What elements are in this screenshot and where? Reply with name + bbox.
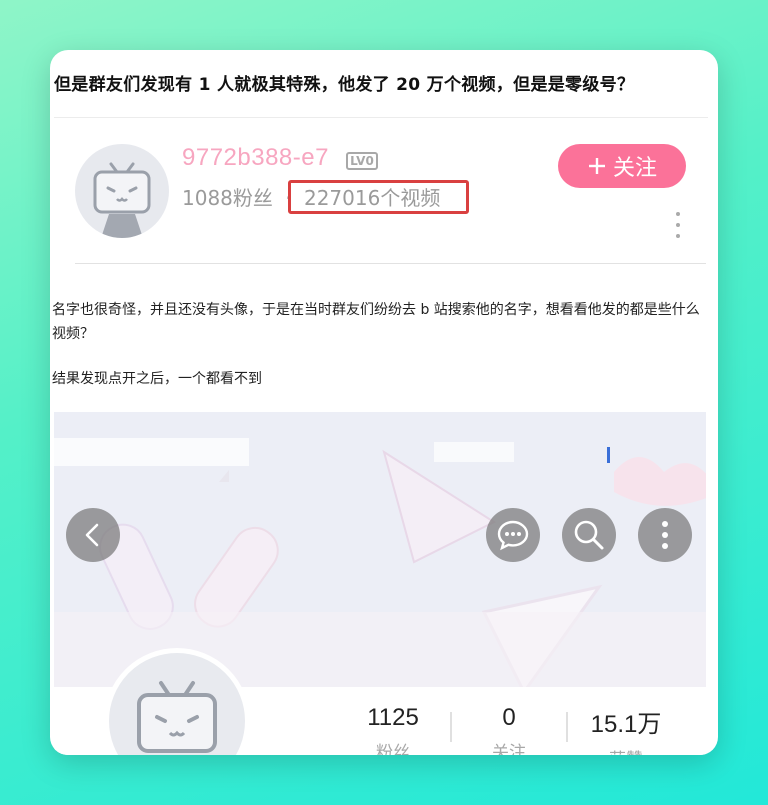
divider xyxy=(75,263,706,264)
stat-fans[interactable]: 1125 粉丝 xyxy=(348,704,438,755)
stat-likes[interactable]: 15.1万 获赞 xyxy=(581,704,671,755)
message-button[interactable] xyxy=(486,508,540,562)
message-icon xyxy=(497,520,529,551)
more-vertical-icon xyxy=(662,521,668,549)
stat-label: 获赞 xyxy=(581,745,671,755)
tv-avatar-icon xyxy=(137,681,217,753)
post-headline: 但是群友们发现有 1 人就极其特殊，他发了 20 万个视频，但是是零级号？ xyxy=(54,75,635,95)
highlight-annotation xyxy=(288,180,469,214)
more-vertical-icon[interactable] xyxy=(672,212,684,238)
body-paragraph: 名字也很奇怪，并且还没有头像，于是在当时群友们纷纷去 b 站搜索他的名字，想看看… xyxy=(52,302,700,342)
avatar[interactable] xyxy=(75,144,169,238)
stat-following[interactable]: 0 关注 xyxy=(464,704,554,755)
more-button[interactable] xyxy=(638,508,692,562)
search-icon xyxy=(574,520,604,550)
body-paragraph: 结果发现点开之后，一个都看不到 xyxy=(52,371,262,387)
stat-label: 粉丝 xyxy=(376,743,410,755)
stat-value: 0 xyxy=(502,704,516,731)
stat-value: 15.1万 xyxy=(590,711,662,738)
stat-divider xyxy=(566,712,568,742)
follow-button[interactable]: 关注 xyxy=(558,144,686,188)
embedded-screenshot: 1125 粉丝 0 关注 15.1万 获赞 xyxy=(54,412,706,755)
level-badge: LV0 xyxy=(346,152,378,170)
post-card: 但是群友们发现有 1 人就极其特殊，他发了 20 万个视频，但是是零级号？ 97… xyxy=(50,50,718,755)
profile-header: 9772b388-e7 LV0 1088粉丝 · 227016个视频 关注 xyxy=(50,118,718,268)
search-button[interactable] xyxy=(562,508,616,562)
username[interactable]: 9772b388-e7 xyxy=(182,144,329,172)
follow-label: 关注 xyxy=(612,156,657,181)
back-icon xyxy=(85,523,99,547)
fans-count[interactable]: 1088粉丝 xyxy=(182,186,273,210)
tv-avatar-icon xyxy=(93,162,151,238)
stat-divider xyxy=(450,712,452,742)
stat-value: 1125 xyxy=(367,704,419,731)
plus-icon xyxy=(588,158,605,174)
back-button[interactable] xyxy=(66,508,120,562)
stat-label: 关注 xyxy=(492,743,526,755)
